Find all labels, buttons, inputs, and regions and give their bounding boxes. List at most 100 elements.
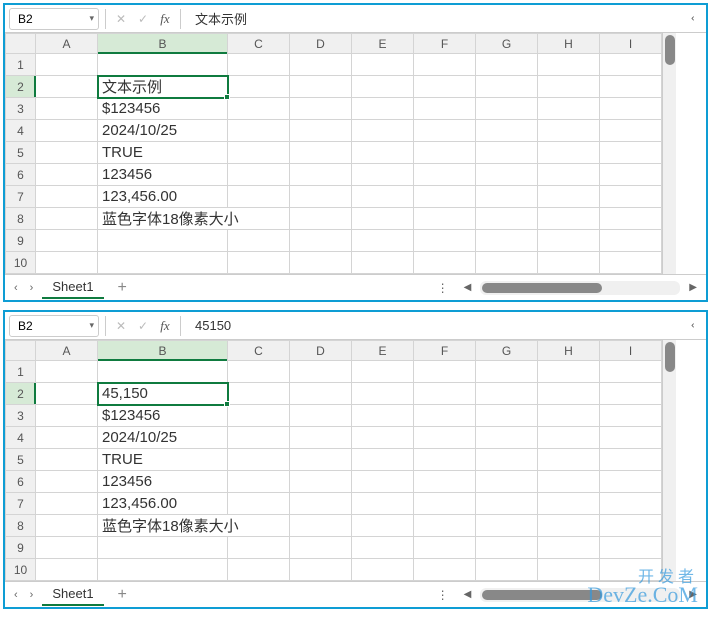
cell-B8[interactable]: 蓝色字体18像素大小 (98, 208, 290, 230)
vertical-scrollbar[interactable] (662, 33, 676, 274)
fx-icon[interactable]: fx (156, 316, 174, 336)
cell[interactable] (414, 515, 476, 537)
cell[interactable] (228, 361, 290, 383)
cell[interactable] (98, 537, 228, 559)
cell[interactable] (414, 405, 476, 427)
col-header-I[interactable]: I (600, 341, 662, 361)
cell[interactable] (476, 471, 538, 493)
confirm-icon[interactable]: ✓ (134, 316, 152, 336)
col-header-B[interactable]: B (98, 341, 228, 361)
cell-B6[interactable]: 123456 (98, 471, 228, 493)
cell[interactable] (600, 493, 662, 515)
cell[interactable] (600, 471, 662, 493)
cell[interactable] (98, 230, 228, 252)
col-header-G[interactable]: G (476, 341, 538, 361)
cell[interactable] (476, 186, 538, 208)
cell[interactable] (600, 361, 662, 383)
cell[interactable] (36, 361, 98, 383)
cell[interactable] (538, 449, 600, 471)
cell[interactable] (538, 515, 600, 537)
cell[interactable] (290, 537, 352, 559)
cell[interactable] (414, 361, 476, 383)
cell[interactable] (538, 208, 600, 230)
cell[interactable] (36, 54, 98, 76)
cell[interactable] (36, 405, 98, 427)
cell[interactable] (600, 405, 662, 427)
cell[interactable] (290, 405, 352, 427)
cell[interactable] (228, 186, 290, 208)
cell[interactable] (600, 427, 662, 449)
cell[interactable] (290, 449, 352, 471)
cell[interactable] (476, 98, 538, 120)
cell[interactable] (36, 471, 98, 493)
row-header[interactable]: 9 (6, 537, 36, 559)
cancel-icon[interactable]: ✕ (112, 316, 130, 336)
cell[interactable] (600, 515, 662, 537)
confirm-icon[interactable]: ✓ (134, 9, 152, 29)
spreadsheet-grid[interactable]: A B C D E F G H I 1 2文本示例 3$123456 42024… (5, 33, 662, 274)
row-header[interactable]: 3 (6, 98, 36, 120)
cell[interactable] (538, 405, 600, 427)
cell[interactable] (352, 98, 414, 120)
cell[interactable] (600, 449, 662, 471)
cell[interactable] (228, 559, 290, 581)
cell[interactable] (352, 361, 414, 383)
cell[interactable] (600, 54, 662, 76)
fill-handle[interactable] (224, 94, 230, 100)
row-header[interactable]: 5 (6, 449, 36, 471)
cell[interactable] (352, 405, 414, 427)
cell[interactable] (290, 493, 352, 515)
row-header[interactable]: 8 (6, 515, 36, 537)
col-header-A[interactable]: A (36, 341, 98, 361)
cell[interactable] (414, 537, 476, 559)
scroll-left-icon[interactable]: ◀ (461, 589, 475, 600)
tab-prev-icon[interactable]: ‹ (11, 282, 21, 294)
cell[interactable] (228, 493, 290, 515)
cell[interactable] (414, 54, 476, 76)
scroll-right-icon[interactable]: ▶ (686, 589, 700, 600)
row-header[interactable]: 1 (6, 361, 36, 383)
row-header[interactable]: 2 (6, 76, 36, 98)
cell-B7[interactable]: 123,456.00 (98, 186, 228, 208)
cell[interactable] (228, 142, 290, 164)
cell[interactable] (414, 120, 476, 142)
col-header-D[interactable]: D (290, 34, 352, 54)
cell[interactable] (290, 515, 352, 537)
cell[interactable] (290, 427, 352, 449)
row-header[interactable]: 7 (6, 186, 36, 208)
row-header[interactable]: 10 (6, 252, 36, 274)
cell[interactable] (98, 559, 228, 581)
cell[interactable] (476, 142, 538, 164)
tab-next-icon[interactable]: › (27, 282, 37, 294)
fx-icon[interactable]: fx (156, 9, 174, 29)
cell[interactable] (538, 142, 600, 164)
cell[interactable] (36, 252, 98, 274)
cell[interactable] (98, 54, 228, 76)
cell[interactable] (36, 120, 98, 142)
select-all-corner[interactable] (6, 34, 36, 54)
cell[interactable] (352, 449, 414, 471)
cell[interactable] (600, 559, 662, 581)
cell[interactable] (476, 361, 538, 383)
cell[interactable] (476, 383, 538, 405)
cell[interactable] (476, 76, 538, 98)
row-header[interactable]: 1 (6, 54, 36, 76)
formula-input[interactable]: 文本示例 (187, 9, 682, 28)
cell[interactable] (414, 142, 476, 164)
cell[interactable] (476, 537, 538, 559)
expand-icon[interactable]: ⌄ (689, 318, 700, 334)
cell[interactable] (228, 471, 290, 493)
cell[interactable] (414, 164, 476, 186)
cell[interactable] (600, 76, 662, 98)
cell[interactable] (538, 98, 600, 120)
row-header[interactable]: 6 (6, 471, 36, 493)
fill-handle[interactable] (224, 401, 230, 407)
cell[interactable] (476, 559, 538, 581)
cell[interactable] (538, 186, 600, 208)
cell[interactable] (414, 427, 476, 449)
cell[interactable] (352, 252, 414, 274)
tab-menu-icon[interactable]: ⋮ (431, 281, 455, 295)
cell[interactable] (476, 164, 538, 186)
cell-B6[interactable]: 123456 (98, 164, 228, 186)
name-box[interactable]: B2 ▾ (9, 315, 99, 337)
